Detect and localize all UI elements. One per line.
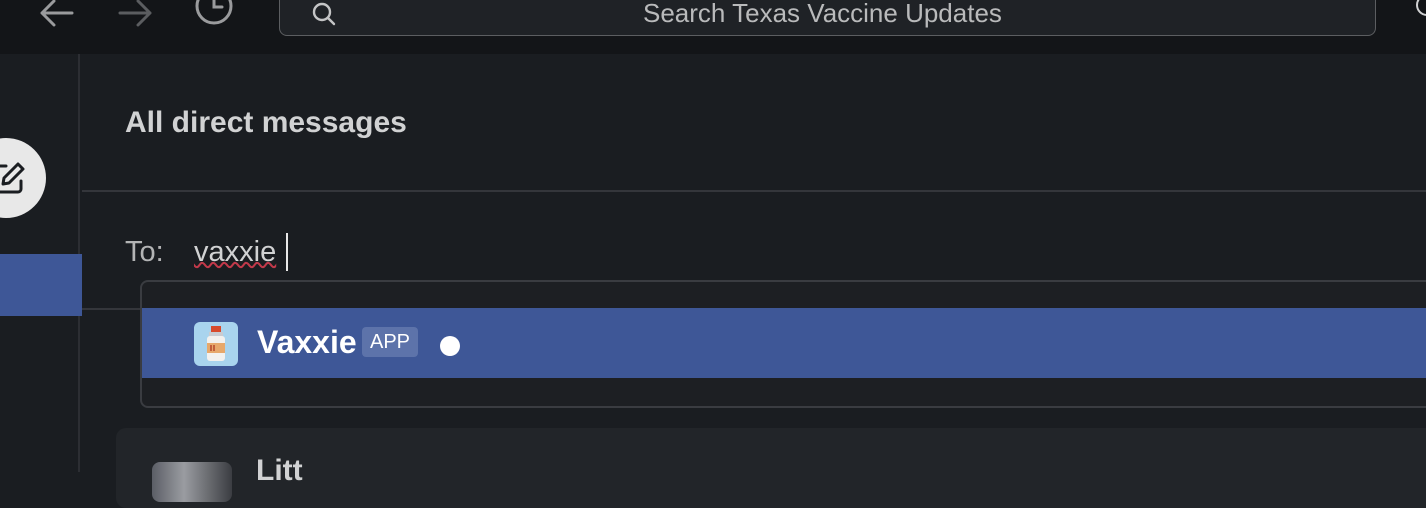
- page-title: All direct messages: [125, 106, 407, 139]
- clock-icon: [195, 0, 233, 25]
- avatar: [152, 462, 232, 502]
- text-caret: [286, 233, 288, 271]
- card-sender-name: Litt: [256, 454, 303, 487]
- back-button[interactable]: [36, 0, 76, 28]
- help-icon[interactable]: [1416, 0, 1426, 16]
- search-placeholder: Search Texas Vaccine Updates: [643, 0, 1002, 28]
- status-indicator: [440, 336, 460, 356]
- message-card[interactable]: [116, 428, 1426, 508]
- arrow-left-icon: [40, 0, 74, 27]
- compose-icon: [0, 162, 25, 194]
- forward-button[interactable]: [116, 0, 156, 28]
- history-button[interactable]: [192, 0, 236, 28]
- search-icon: [312, 2, 336, 26]
- recipient-input[interactable]: [194, 232, 594, 272]
- to-label: To:: [125, 236, 164, 268]
- vaccine-vial-icon: [194, 322, 238, 366]
- app-badge: APP: [362, 327, 418, 357]
- rail-active-item[interactable]: [0, 254, 82, 316]
- top-bar: Search Texas Vaccine Updates: [0, 0, 1426, 54]
- suggestion-name: Vaxxie: [257, 324, 357, 360]
- compose-button[interactable]: [0, 138, 46, 218]
- arrow-right-icon: [118, 0, 152, 27]
